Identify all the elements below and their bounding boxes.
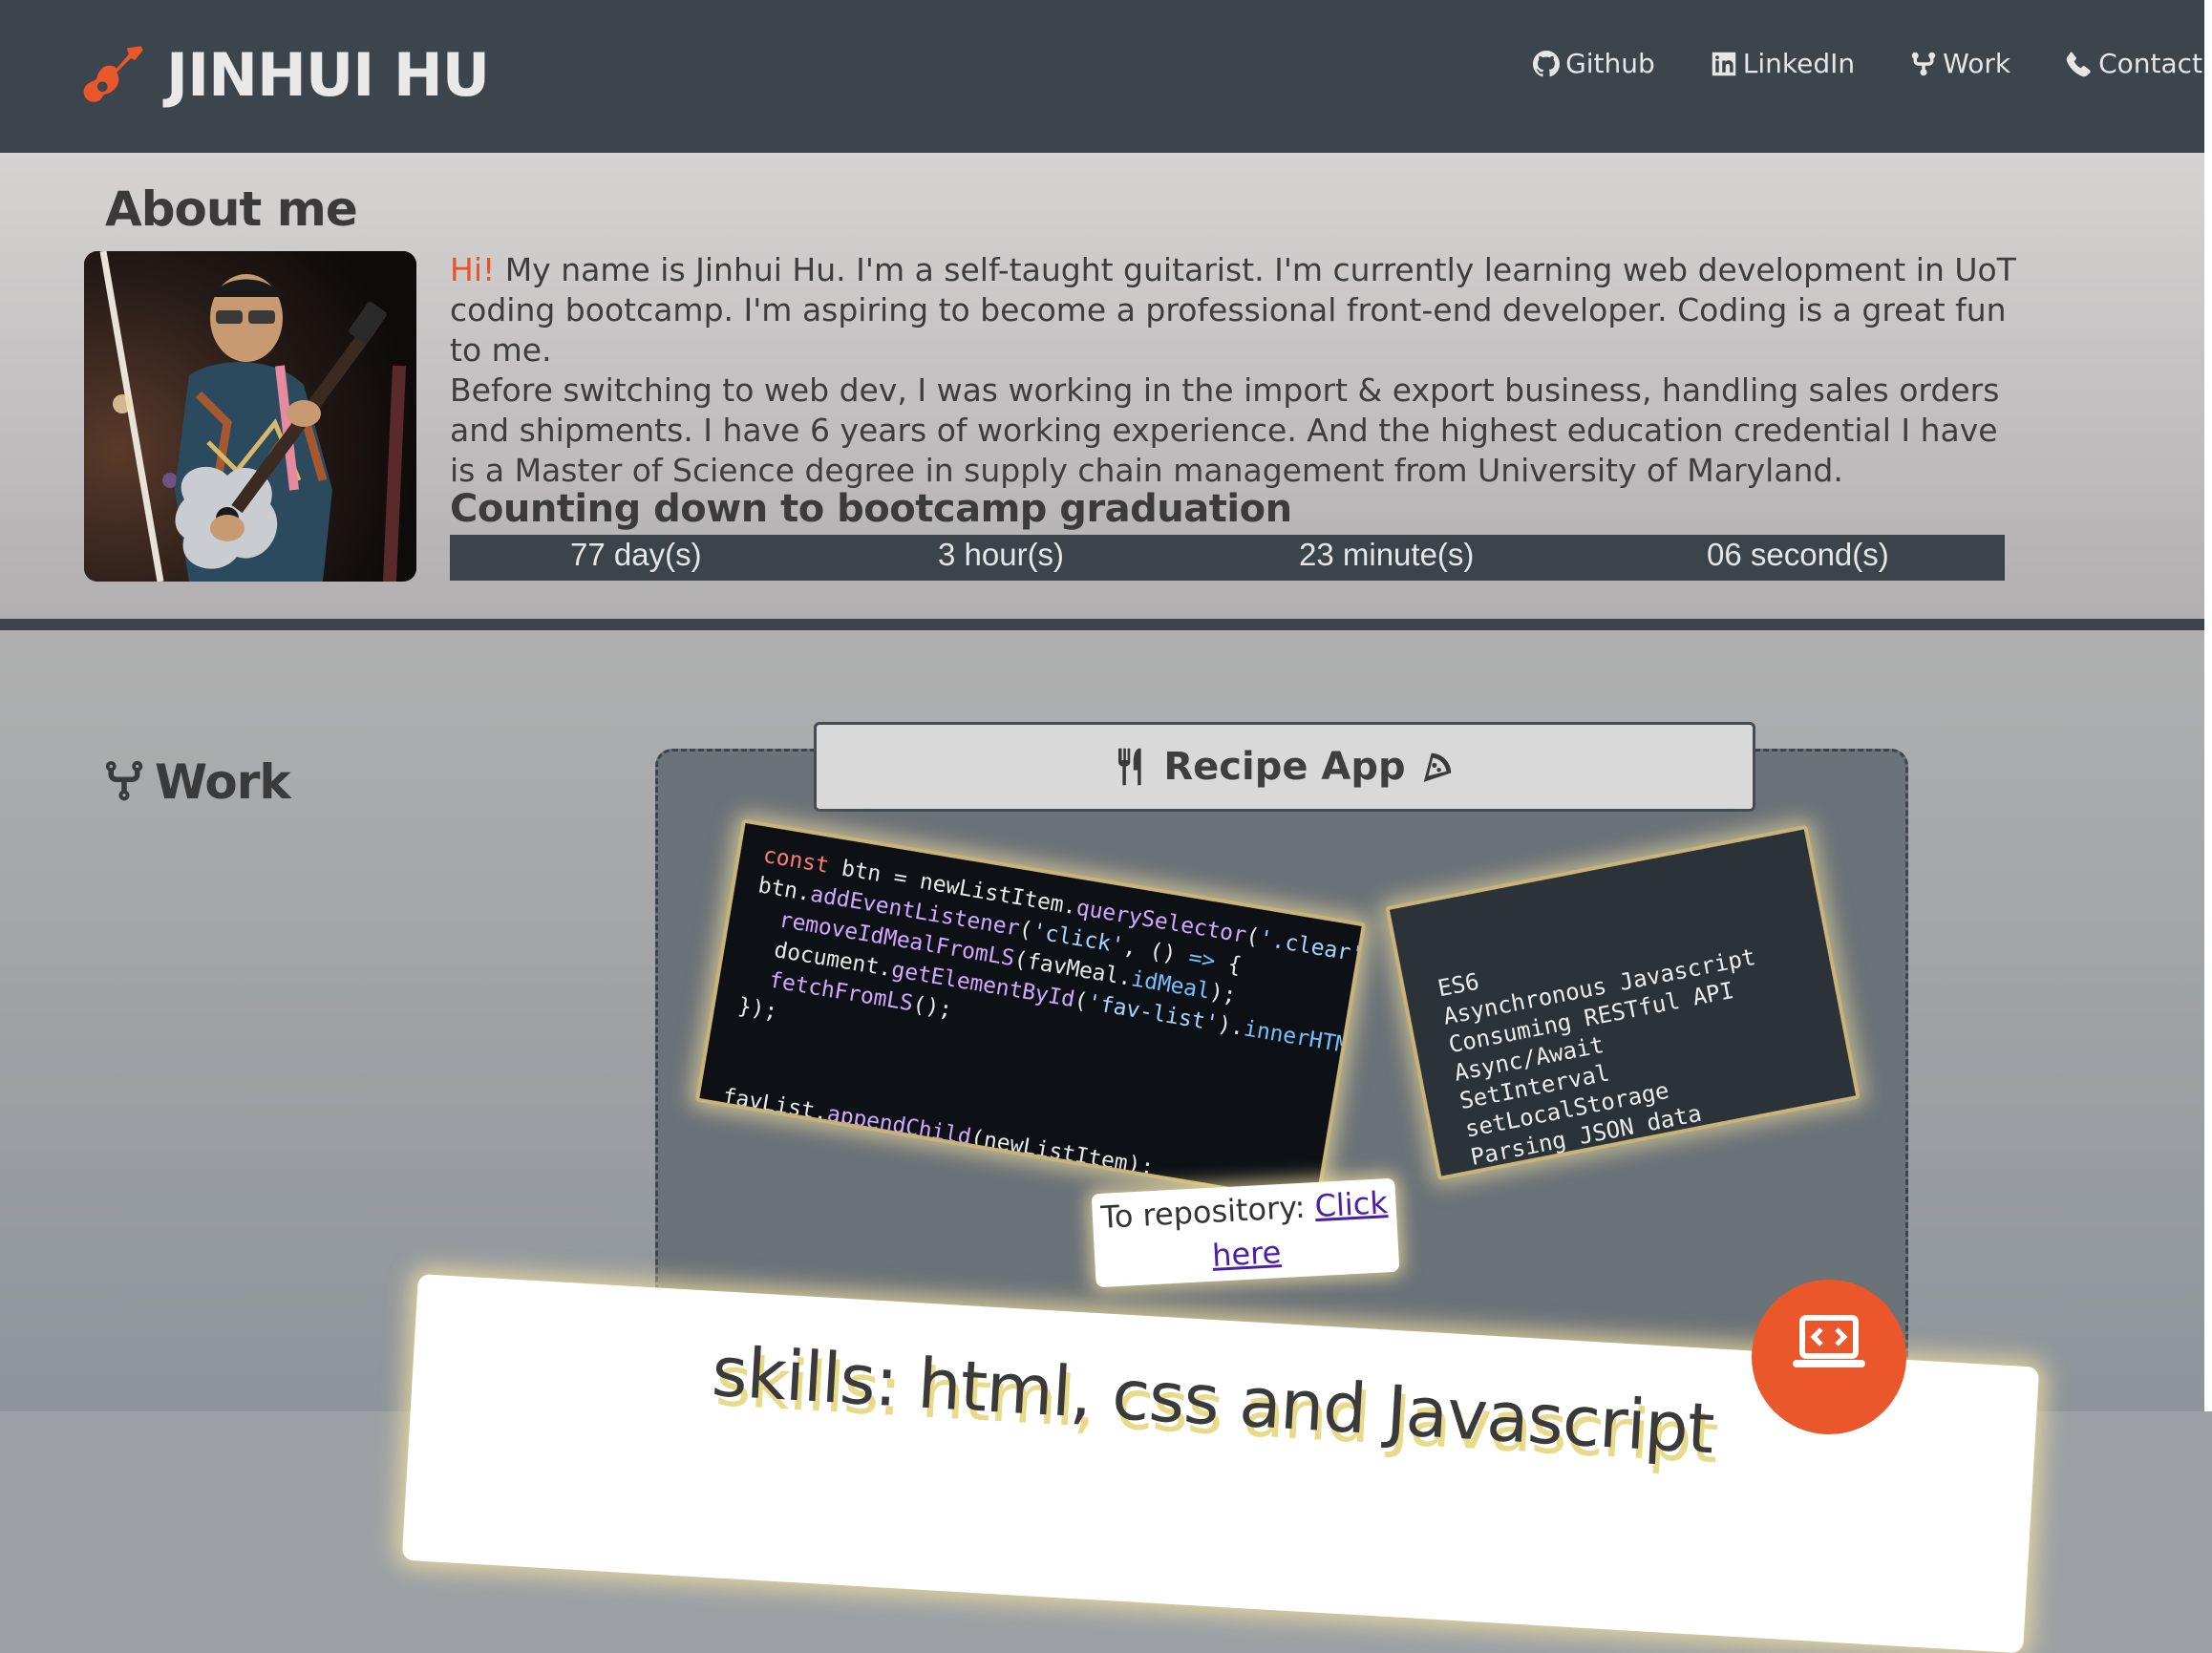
about-title: About me — [105, 181, 358, 237]
nav-linkedin-label: LinkedIn — [1742, 48, 1856, 79]
utensils-icon — [1118, 748, 1141, 786]
countdown-seconds: 06 second(s) — [1707, 537, 1889, 572]
nav-github[interactable]: Github — [1533, 48, 1655, 79]
site-header: JINHUI HU Github LinkedIn Work Contact — [0, 0, 2212, 153]
work-heading: Work — [103, 754, 291, 810]
project-title: Recipe App — [1163, 745, 1406, 789]
bio-greeting: Hi! — [450, 251, 496, 288]
project-title-box: Recipe App — [814, 722, 1755, 812]
code-fork-icon — [1911, 52, 1936, 75]
page-edge — [2204, 0, 2212, 1411]
countdown-hours: 3 hour(s) — [938, 537, 1065, 572]
nav-contact-label: Contact — [2098, 48, 2202, 79]
logo[interactable]: JINHUI HU — [82, 27, 490, 122]
github-icon — [1533, 50, 1561, 76]
avatar — [84, 251, 416, 582]
phone-icon — [2066, 51, 2091, 76]
countdown-title: Counting down to bootcamp graduation — [450, 487, 1292, 531]
nav-github-label: Github — [1565, 48, 1655, 79]
nav-work-label: Work — [1943, 48, 2011, 79]
countdown-days: 77 day(s) — [570, 537, 702, 572]
nav-work[interactable]: Work — [1910, 48, 2010, 79]
countdown-minutes: 23 minute(s) — [1299, 537, 1475, 572]
about-section: About me Hi! My name is Jinhui Hu. I'm a… — [0, 153, 2204, 619]
countdown-bar: 77 day(s) 3 hour(s) 23 minute(s) 06 seco… — [450, 535, 2005, 581]
code-fork-icon — [105, 760, 143, 801]
bio: Hi! My name is Jinhui Hu. I'm a self-tau… — [450, 250, 2016, 491]
guitarist-photo — [84, 251, 416, 582]
repository-box: To repository: Click here — [1091, 1177, 1400, 1288]
main-nav: Github LinkedIn Work Contact — [1478, 48, 2202, 79]
work-title: Work — [155, 754, 291, 810]
laptop-code-icon — [1793, 1315, 1865, 1367]
repository-label: To repository: — [1099, 1188, 1316, 1236]
linkedin-icon — [1712, 52, 1736, 75]
guitar-icon — [83, 46, 143, 102]
section-divider — [0, 619, 2204, 630]
bio-paragraph-2: Before switching to web dev, I was worki… — [450, 371, 2000, 489]
pizza-icon — [1423, 752, 1451, 782]
bio-paragraph-1: My name is Jinhui Hu. I'm a self-taught … — [450, 251, 2016, 369]
nav-linkedin[interactable]: LinkedIn — [1711, 48, 1855, 79]
nav-contact[interactable]: Contact — [2066, 48, 2202, 79]
site-title: JINHUI HU — [166, 39, 490, 110]
